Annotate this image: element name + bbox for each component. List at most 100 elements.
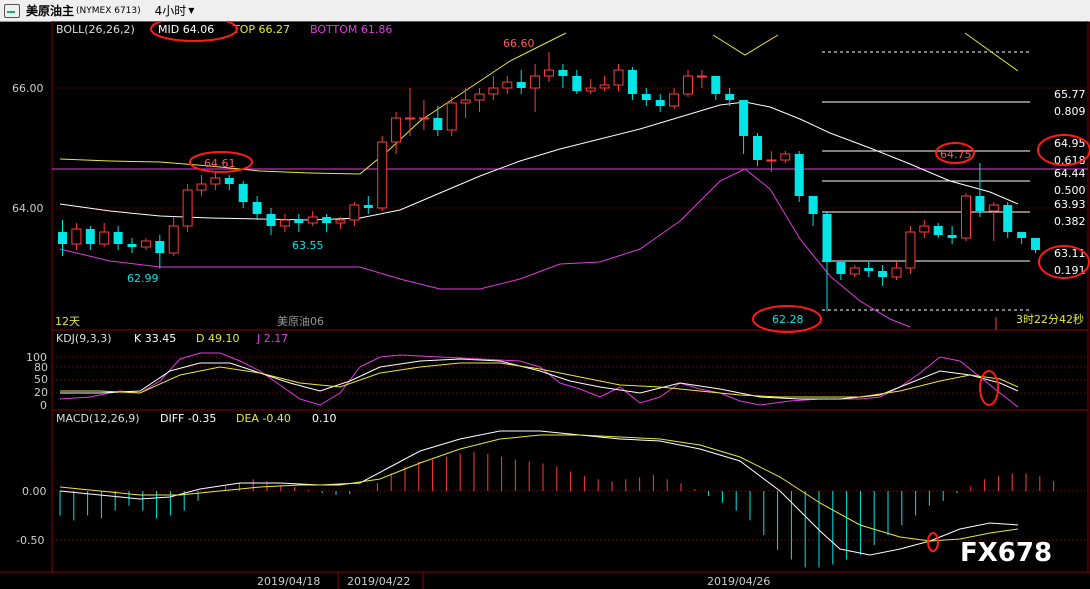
candle-body — [849, 267, 860, 275]
candle-body — [349, 204, 360, 221]
candle-body — [391, 117, 402, 143]
candle-body — [836, 262, 846, 274]
candle-body — [544, 69, 554, 77]
highlight-circle-macd — [927, 532, 939, 552]
candle-body — [725, 94, 735, 100]
candle-body — [572, 76, 582, 91]
candle-body — [488, 87, 499, 95]
boll-indicator-name[interactable]: BOLL(26,26,2) — [56, 23, 135, 36]
candle-body — [210, 177, 221, 185]
candle-body — [766, 159, 777, 162]
candle-body — [85, 229, 95, 244]
candle-body — [266, 214, 276, 226]
annot-66-60: 66.60 — [503, 37, 535, 50]
boll-top-line — [59, 32, 567, 175]
candle-body — [279, 219, 290, 227]
macd-hist-value: 0.10 — [312, 412, 337, 425]
fib-price-0809: 65.77 — [1054, 88, 1086, 101]
title-bar: 美原油主 (NYMEX 6713) 4小时 ▼ — [0, 0, 1090, 22]
chart-icon[interactable] — [4, 3, 20, 18]
candle-body — [739, 100, 749, 136]
main-panel-frame — [51, 21, 1089, 331]
candle-body — [947, 235, 957, 238]
candle-body — [1003, 205, 1013, 232]
candle-body — [335, 219, 346, 224]
fib-ratio-0382: 0.382 — [1054, 215, 1086, 228]
candle-body — [585, 87, 596, 92]
candle-body — [140, 240, 151, 248]
candlestick-series — [58, 52, 1040, 312]
fib-ratio-0500: 0.500 — [1054, 184, 1086, 197]
macd-indicator-name[interactable]: MACD(12,26,9) — [56, 412, 140, 425]
candle-body — [919, 225, 930, 233]
kdj-k-line — [60, 358, 1019, 400]
chart-canvas[interactable]: 66.00 64.00 BOLL(26,26,2) MID 64.06 TOP … — [0, 21, 1090, 589]
annot-63-55: 63.55 — [292, 239, 324, 252]
kdj-indicator-name[interactable]: KDJ(9,3,3) — [56, 332, 112, 345]
candle-body — [155, 241, 165, 253]
candle-body — [669, 93, 680, 107]
bars-count-label: 12天 — [55, 315, 80, 328]
kdj-tick-20: 20 — [34, 386, 48, 399]
instrument-code: (NYMEX 6713) — [76, 5, 141, 16]
instrument-name: 美原油主 — [26, 4, 75, 18]
candle-body — [224, 178, 234, 184]
candle-body — [446, 102, 457, 131]
y-tick-66: 66.00 — [12, 82, 44, 95]
candle-body — [780, 153, 791, 161]
contract-label: 美原油06 — [277, 314, 324, 328]
candle-body — [182, 189, 193, 227]
candle-body — [168, 225, 179, 254]
candle-body — [822, 214, 832, 262]
candle-body — [905, 231, 916, 269]
macd-tick-0: 0.00 — [22, 485, 47, 498]
annot-64-75: 64.75 — [940, 148, 972, 161]
candle-body — [363, 205, 373, 208]
period-dropdown-icon[interactable]: ▼ — [188, 6, 194, 15]
candle-body — [988, 204, 999, 212]
candle-body — [433, 118, 443, 130]
y-tick-64: 64.00 — [12, 202, 44, 215]
candle-body — [474, 93, 485, 101]
candle-body — [530, 75, 541, 89]
macd-tick-neg05: -0.50 — [16, 534, 44, 547]
x-date-0426: 2019/04/26 — [707, 575, 770, 588]
macd-histogram — [59, 451, 1055, 568]
candle-body — [322, 217, 332, 223]
candle-body — [99, 231, 110, 245]
candle-body — [294, 220, 304, 223]
candle-body — [878, 271, 888, 277]
candle-body — [753, 136, 762, 160]
fib-price-0500: 64.44 — [1054, 167, 1086, 180]
x-date-0418: 2019/04/18 — [257, 575, 320, 588]
candle-body — [641, 94, 651, 100]
kdj-j-value: J 2.17 — [256, 332, 288, 345]
kdj-d-value: D 49.10 — [196, 332, 239, 345]
x-date-0422: 2019/04/22 — [347, 575, 410, 588]
watermark: FX678 — [960, 538, 1052, 568]
candle-body — [196, 183, 207, 191]
countdown-label: 3时22分42秒 — [1016, 312, 1084, 326]
candle-body — [307, 216, 318, 224]
period-selector[interactable]: 4小时 — [155, 2, 187, 19]
candle-body — [558, 70, 568, 76]
candle-body — [71, 228, 82, 245]
kdj-tick-0: 0 — [40, 399, 47, 412]
candle-body — [238, 184, 248, 202]
macd-dea-value: DEA -0.40 — [236, 412, 291, 425]
fib-price-0382: 63.93 — [1054, 198, 1086, 211]
candle-body — [377, 141, 388, 209]
fib-ratio-0809: 0.809 — [1054, 105, 1086, 118]
kdj-tick-50: 50 — [34, 373, 48, 386]
candle-body — [58, 232, 67, 244]
candle-body — [405, 117, 415, 120]
kdj-k-value: K 33.45 — [134, 332, 176, 345]
boll-top-line-2 — [712, 34, 779, 56]
candle-body — [502, 81, 513, 89]
candle-body — [794, 154, 804, 196]
candle-body — [627, 70, 637, 94]
annot-62-99: 62.99 — [127, 272, 159, 285]
candle-body — [1017, 232, 1027, 238]
candle-body — [127, 244, 137, 247]
fib-price-0191: 63.11 — [1054, 247, 1086, 260]
